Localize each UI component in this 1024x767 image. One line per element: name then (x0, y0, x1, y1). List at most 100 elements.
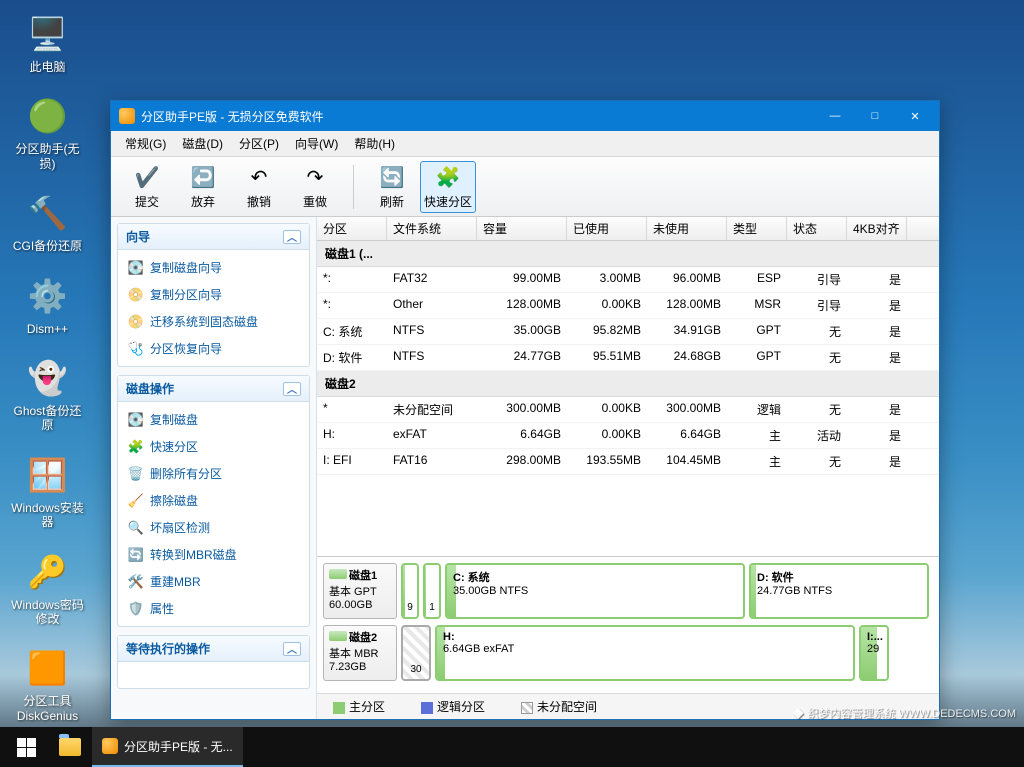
diskmap-partition[interactable]: 1 (423, 563, 441, 619)
cell-used: 3.00MB (567, 271, 647, 288)
diskmap-disk[interactable]: 磁盘1 基本 GPT60.00GB (323, 563, 397, 619)
sidebar-item[interactable]: 🗑️ 删除所有分区 (118, 460, 309, 487)
toolbar-button[interactable]: ↩️ 放弃 (175, 161, 231, 213)
sidebar-item-label: 快速分区 (150, 438, 198, 455)
desktop-icon[interactable]: 👻 Ghost备份还原 (10, 354, 85, 433)
menu-item[interactable]: 帮助(H) (346, 132, 403, 155)
sidebar-item[interactable]: 💽 复制磁盘向导 (118, 254, 309, 281)
partition-row[interactable]: C: 系统 NTFS 35.00GB 95.82MB 34.91GB GPT 无… (317, 319, 939, 345)
cell-free: 104.45MB (647, 453, 727, 470)
column-header[interactable]: 容量 (477, 217, 567, 240)
diskmap-part-size: 6.64GB exFAT (443, 643, 847, 655)
sidebar-item[interactable]: 💽 复制磁盘 (118, 406, 309, 433)
cell-status: 活动 (787, 427, 847, 444)
toolbar-button[interactable]: 🧩 快速分区 (420, 161, 476, 213)
disk-header[interactable]: 磁盘1 (... (317, 241, 939, 267)
desktop-icon[interactable]: 🟢 分区助手(无损) (10, 92, 85, 171)
sidebar-panel: 磁盘操作 ︿ 💽 复制磁盘 🧩 快速分区 🗑️ 删除所有分区 🧹 擦除磁盘 🔍 … (117, 375, 310, 627)
sidebar-item-label: 重建MBR (150, 573, 201, 590)
cell-used: 95.82MB (567, 323, 647, 340)
sidebar-item[interactable]: 🛠️ 重建MBR (118, 568, 309, 595)
partition-row[interactable]: D: 软件 NTFS 24.77GB 95.51MB 24.68GB GPT 无… (317, 345, 939, 371)
column-header[interactable]: 未使用 (647, 217, 727, 240)
diskmap-partition[interactable]: I:... 29 (859, 625, 889, 681)
sidebar-item[interactable]: 🧹 擦除磁盘 (118, 487, 309, 514)
提交-icon: ✔️ (133, 163, 161, 191)
sidebar-item[interactable]: 🔍 坏扇区检测 (118, 514, 309, 541)
toolbar-button[interactable]: ↶ 撤销 (231, 161, 287, 213)
taskbar-app-icon (102, 738, 118, 754)
toolbar-button[interactable]: ✔️ 提交 (119, 161, 175, 213)
cell-status: 引导 (787, 271, 847, 288)
desktop-icon-label: Windows安装器 (10, 501, 85, 530)
column-header[interactable]: 已使用 (567, 217, 647, 240)
toolbar-button[interactable]: ↷ 重做 (287, 161, 343, 213)
sidebar-item[interactable]: 🛡️ 属性 (118, 595, 309, 622)
sidebar-panel: 向导 ︿ 💽 复制磁盘向导 📀 复制分区向导 📀 迁移系统到固态磁盘 🩺 分区恢… (117, 223, 310, 367)
desktop-icon[interactable]: ⚙️ Dism++ (10, 272, 85, 336)
sidebar-item-label: 迁移系统到固态磁盘 (150, 313, 258, 330)
maximize-button[interactable]: □ (855, 102, 895, 130)
panel-body: 💽 复制磁盘 🧩 快速分区 🗑️ 删除所有分区 🧹 擦除磁盘 🔍 坏扇区检测 🔄… (118, 402, 309, 626)
taskbar-active-app[interactable]: 分区助手PE版 - 无... (92, 727, 243, 767)
disk-header[interactable]: 磁盘2 (317, 371, 939, 397)
collapse-icon[interactable]: ︿ (283, 230, 301, 244)
cell-partition: C: 系统 (317, 323, 387, 340)
diskmap-partition[interactable]: H: 6.64GB exFAT (435, 625, 855, 681)
toolbar-button-label: 撤销 (247, 193, 271, 210)
cell-type: 主 (727, 453, 787, 470)
menu-item[interactable]: 分区(P) (231, 132, 287, 155)
menu-item[interactable]: 向导(W) (287, 132, 346, 155)
sidebar-item[interactable]: 📀 复制分区向导 (118, 281, 309, 308)
desktop-icon[interactable]: 🪟 Windows安装器 (10, 451, 85, 530)
close-button[interactable]: ✕ (895, 102, 935, 130)
menu-item[interactable]: 磁盘(D) (174, 132, 231, 155)
partition-row[interactable]: *: FAT32 99.00MB 3.00MB 96.00MB ESP 引导 是 (317, 267, 939, 293)
collapse-icon[interactable]: ︿ (283, 642, 301, 656)
sidebar-item[interactable]: 📀 迁移系统到固态磁盘 (118, 308, 309, 335)
toolbar: ✔️ 提交 ↩️ 放弃 ↶ 撤销 ↷ 重做 🔄 刷新 🧩 快速分区 (111, 157, 939, 217)
desktop-icon[interactable]: 🔑 Windows密码修改 (10, 548, 85, 627)
partition-row[interactable]: I: EFI FAT16 298.00MB 193.55MB 104.45MB … (317, 449, 939, 475)
column-header[interactable]: 类型 (727, 217, 787, 240)
cell-capacity: 99.00MB (477, 271, 567, 288)
diskmap-partition[interactable]: 9 (401, 563, 419, 619)
diskmap-part-name: H: (443, 631, 847, 643)
file-explorer-button[interactable] (48, 727, 92, 767)
panel-header[interactable]: 磁盘操作 ︿ (118, 376, 309, 402)
sidebar-item-icon: 🧩 (128, 439, 144, 455)
desktop-icon[interactable]: 🖥️ 此电脑 (10, 10, 85, 74)
desktop-icon-img: 👻 (24, 354, 72, 402)
partition-row[interactable]: * 未分配空间 300.00MB 0.00KB 300.00MB 逻辑 无 是 (317, 397, 939, 423)
cell-used: 0.00KB (567, 401, 647, 418)
start-button[interactable] (4, 727, 48, 767)
column-header[interactable]: 分区 (317, 217, 387, 240)
sidebar-item[interactable]: 🧩 快速分区 (118, 433, 309, 460)
collapse-icon[interactable]: ︿ (283, 382, 301, 396)
sidebar-item[interactable]: 🔄 转换到MBR磁盘 (118, 541, 309, 568)
diskmap-partition[interactable]: D: 软件 24.77GB NTFS (749, 563, 929, 619)
column-header[interactable]: 状态 (787, 217, 847, 240)
cell-free: 34.91GB (647, 323, 727, 340)
menu-item[interactable]: 常规(G) (117, 132, 174, 155)
titlebar[interactable]: 分区助手PE版 - 无损分区免费软件 — □ ✕ (111, 101, 939, 131)
panel-header[interactable]: 等待执行的操作 ︿ (118, 636, 309, 662)
diskmap-disk[interactable]: 磁盘2 基本 MBR7.23GB (323, 625, 397, 681)
sidebar-item[interactable]: 🩺 分区恢复向导 (118, 335, 309, 362)
desktop-icon[interactable]: 🔨 CGI备份还原 (10, 189, 85, 253)
taskbar: 分区助手PE版 - 无... (0, 727, 1024, 767)
放弃-icon: ↩️ (189, 163, 217, 191)
partition-row[interactable]: H: exFAT 6.64GB 0.00KB 6.64GB 主 活动 是 (317, 423, 939, 449)
desktop-icon[interactable]: 🟧 分区工具DiskGenius (10, 644, 85, 723)
diskmap-partition[interactable]: 30 (401, 625, 431, 681)
toolbar-button[interactable]: 🔄 刷新 (364, 161, 420, 213)
panel-header[interactable]: 向导 ︿ (118, 224, 309, 250)
minimize-button[interactable]: — (815, 102, 855, 130)
diskmap-partition[interactable]: C: 系统 35.00GB NTFS (445, 563, 745, 619)
partition-row[interactable]: *: Other 128.00MB 0.00KB 128.00MB MSR 引导… (317, 293, 939, 319)
column-header[interactable]: 4KB对齐 (847, 217, 907, 240)
table-header: 分区文件系统容量已使用未使用类型状态4KB对齐 (317, 217, 939, 241)
column-header[interactable]: 文件系统 (387, 217, 477, 240)
sidebar-item-icon: 🔄 (128, 547, 144, 563)
desktop-icon-img: 🪟 (24, 451, 72, 499)
